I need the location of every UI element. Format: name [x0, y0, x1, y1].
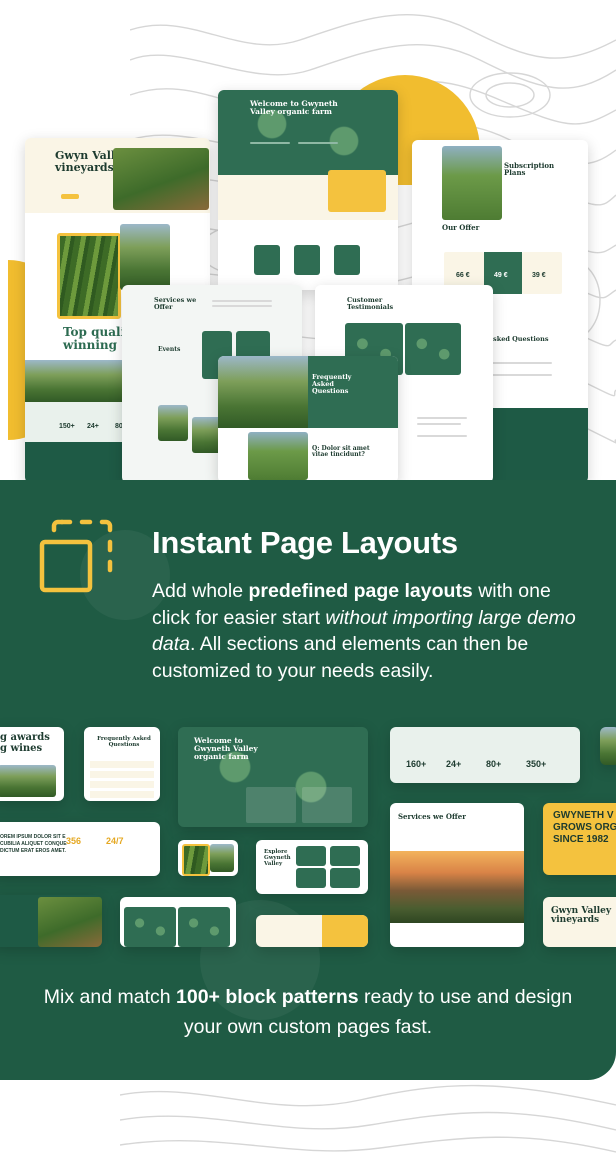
yellow-feature-box — [328, 170, 386, 212]
pattern-grows: GWYNETH V GROWS ORG SINCE 1982 — [543, 803, 616, 875]
pattern-faq: Frequently Asked Questions — [84, 727, 160, 801]
mini-button — [61, 194, 79, 199]
pattern-quote — [256, 915, 368, 947]
image-grapes-person — [57, 233, 121, 319]
pattern-stat-350: 350+ — [526, 759, 547, 769]
topographic-background-bottom — [120, 1084, 616, 1153]
image-valley — [120, 224, 170, 290]
pattern-welcome-title: Welcome to Gwyneth Valley organic farm — [194, 736, 258, 761]
preview-services-title: Services we Offer — [154, 296, 197, 311]
preview-asked-title: Asked Questions — [488, 335, 549, 343]
preview-faq-title: Frequently Asked Questions — [312, 373, 352, 395]
pattern-stat-80: 80+ — [486, 759, 502, 769]
pattern-vineyards-title: Gwyn Valley vineyards — [551, 906, 612, 926]
preview-faq: Frequently Asked Questions Q: Dolor sit … — [218, 356, 398, 483]
pattern-awards-title: g awards g wines — [0, 732, 50, 754]
image-cows — [442, 146, 502, 220]
stat-a: 150+ — [59, 423, 75, 430]
pattern-awards: g awards g wines — [0, 727, 64, 801]
pattern-stats: 160+ 24+ 80+ 350+ — [390, 727, 580, 783]
pattern-testimonial-images — [120, 897, 236, 947]
pattern-vine-images — [178, 840, 238, 876]
price-3: 39 € — [532, 272, 546, 279]
feature-description: Add whole predefined page layouts with o… — [152, 580, 576, 682]
pattern-num-247: 24/7 — [106, 836, 124, 846]
preview-subscription-title: Subscription Plans — [504, 161, 555, 178]
pattern-services: Services we Offer — [390, 803, 524, 947]
dashed-square-layout-icon — [39, 519, 113, 593]
pattern-tractor — [0, 895, 102, 947]
price-2: 49 € — [494, 272, 508, 279]
pattern-edge-image — [600, 727, 616, 765]
pattern-welcome: Welcome to Gwyneth Valley organic farm — [178, 727, 368, 827]
pattern-num-356: 356 — [66, 836, 82, 846]
preview-testimonials-title: Customer Testimonials — [347, 296, 394, 311]
stat-b: 24+ — [87, 423, 99, 430]
pattern-vineyards: Gwyn Valley vineyards — [543, 897, 616, 947]
feature-title: Instant Page Layouts — [152, 525, 458, 560]
image-sunset-valley — [390, 851, 524, 923]
pattern-grows-line-2: GROWS ORG — [553, 822, 616, 833]
pattern-lorem: OREM IPSUM DOLOR SIT E CUBILIA ALIQUET C… — [0, 822, 160, 876]
pattern-grows-line-1: GWYNETH V — [553, 810, 614, 821]
pattern-lorem-text: OREM IPSUM DOLOR SIT E CUBILIA ALIQUET C… — [0, 834, 67, 854]
image-vineyard — [113, 148, 209, 210]
pattern-explore: Explore Gwyneth Valley — [256, 840, 368, 894]
pattern-explore-title: Explore Gwyneth Valley — [264, 849, 291, 867]
footer-text: Mix and match 100+ block patterns ready … — [43, 986, 573, 1038]
price-1: 66 € — [456, 272, 470, 279]
pattern-grows-line-3: SINCE 1982 — [553, 834, 609, 845]
pattern-services-title: Services we Offer — [398, 812, 466, 821]
pattern-faq-title: Frequently Asked Questions — [97, 736, 151, 748]
preview-offer-title: Our Offer — [442, 223, 480, 232]
preview-welcome-farm: Welcome to Gwyneth Valley organic farm — [218, 90, 398, 290]
preview-faq-question: Q: Dolor sit amet vitae tincidunt? — [312, 445, 370, 459]
pattern-stat-160: 160+ — [406, 759, 427, 769]
preview-welcome-title: Welcome to Gwyneth Valley organic farm — [250, 99, 338, 116]
pattern-stat-24: 24+ — [446, 759, 462, 769]
